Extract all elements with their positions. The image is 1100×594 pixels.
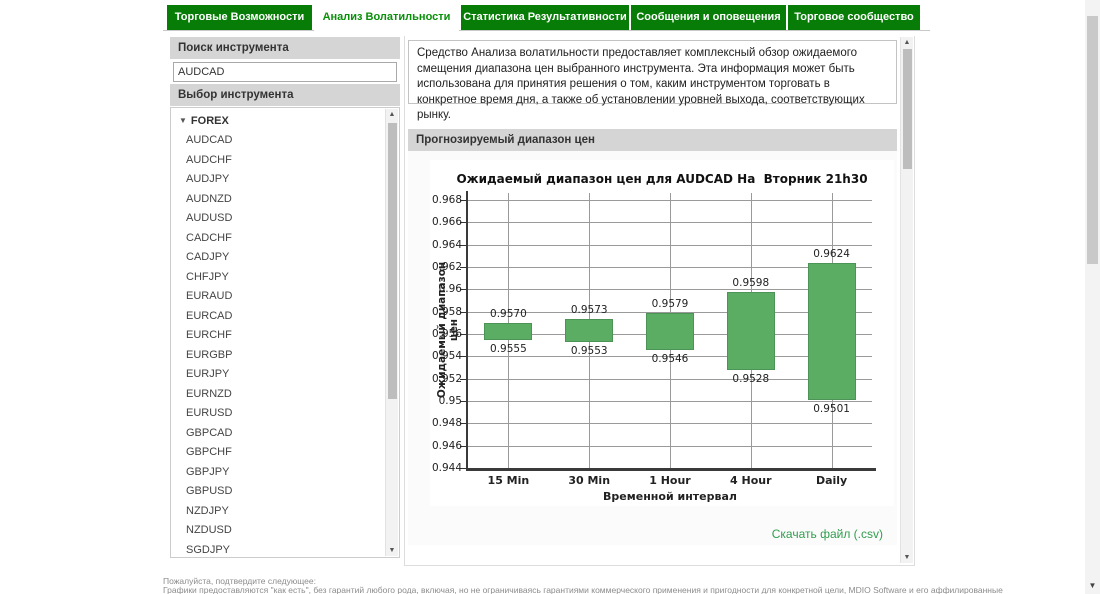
instrument-item[interactable]: AUDNZD xyxy=(171,190,385,210)
bar-low-label: 0.9546 xyxy=(640,353,700,365)
scroll-up-icon[interactable]: ▲ xyxy=(386,111,398,118)
y-tick-label: 0.962 xyxy=(420,261,462,273)
instrument-item[interactable]: CADCHF xyxy=(171,229,385,249)
search-input[interactable] xyxy=(173,62,397,82)
x-tick-label: 4 Hour xyxy=(716,474,786,487)
range-bar xyxy=(727,292,775,370)
y-tick-label: 0.95 xyxy=(420,395,462,407)
y-tick-label: 0.956 xyxy=(420,328,462,340)
list-scrollbar[interactable]: ▲ ▼ xyxy=(385,109,398,556)
volatility-analysis-page: Торговые ВозможностиАнализ Волатильности… xyxy=(0,0,1100,594)
x-tick-label: 1 Hour xyxy=(635,474,705,487)
instrument-item[interactable]: CHFJPY xyxy=(171,268,385,288)
y-tick-label: 0.954 xyxy=(420,350,462,362)
instrument-item[interactable]: EURGBP xyxy=(171,346,385,366)
main-panel-right-border xyxy=(914,36,915,566)
y-tick-label: 0.966 xyxy=(420,216,462,228)
instrument-item[interactable]: AUDCHF xyxy=(171,151,385,171)
y-tick-label: 0.948 xyxy=(420,417,462,429)
bar-high-label: 0.9598 xyxy=(721,277,781,289)
chart-x-axis-label: Временной интервал xyxy=(468,490,872,503)
instrument-item[interactable]: GBPJPY xyxy=(171,463,385,483)
instrument-item[interactable]: GBPCAD xyxy=(171,424,385,444)
bar-low-label: 0.9501 xyxy=(802,403,862,415)
range-bar xyxy=(646,313,694,350)
bar-low-label: 0.9553 xyxy=(559,345,619,357)
disclaimer-line2: Графики предоставляются "как есть", без … xyxy=(163,585,933,594)
y-tick-label: 0.946 xyxy=(420,440,462,452)
range-bar xyxy=(565,319,613,341)
scroll-up-icon[interactable]: ▲ xyxy=(901,39,913,46)
instrument-item[interactable]: GBPUSD xyxy=(171,482,385,502)
instrument-item[interactable]: NZDUSD xyxy=(171,521,385,541)
x-tick-label: Daily xyxy=(797,474,867,487)
page-scrollbar[interactable]: ▼ xyxy=(1085,0,1100,594)
instrument-item[interactable]: SGDJPY xyxy=(171,541,385,559)
tab-1[interactable]: Торговые Возможности xyxy=(167,5,312,30)
y-tick-label: 0.968 xyxy=(420,194,462,206)
y-tick-label: 0.944 xyxy=(420,462,462,474)
search-instrument-header: Поиск инструмента xyxy=(170,37,400,59)
instrument-item[interactable]: AUDUSD xyxy=(171,209,385,229)
x-tick-label: 15 Min xyxy=(473,474,543,487)
instrument-item[interactable]: EURJPY xyxy=(171,365,385,385)
instrument-item[interactable]: EURCAD xyxy=(171,307,385,327)
bar-high-label: 0.9624 xyxy=(802,248,862,260)
chart-title: Ожидаемый диапазон цен для AUDCAD На Вто… xyxy=(430,172,894,186)
instrument-item[interactable]: AUDCAD xyxy=(171,131,385,151)
bar-high-label: 0.9579 xyxy=(640,298,700,310)
main-panel-bottom-border xyxy=(404,565,915,566)
tab-5[interactable]: Торговое сообщество xyxy=(788,5,920,30)
page-scrollbar-thumb[interactable] xyxy=(1087,16,1098,264)
main-panel-left-border xyxy=(404,36,405,566)
tab-4[interactable]: Сообщения и оповещения xyxy=(631,5,786,30)
instrument-item[interactable]: AUDJPY xyxy=(171,170,385,190)
y-tick-label: 0.96 xyxy=(420,283,462,295)
bar-low-label: 0.9528 xyxy=(721,373,781,385)
instrument-item[interactable]: NZDJPY xyxy=(171,502,385,522)
main-panel-scrollbar[interactable]: ▲ ▼ xyxy=(900,37,913,563)
bar-high-label: 0.9570 xyxy=(478,308,538,320)
y-tick-label: 0.952 xyxy=(420,373,462,385)
forex-group-label: FOREX xyxy=(191,115,229,127)
y-tick-label: 0.964 xyxy=(420,239,462,251)
x-tick-label: 30 Min xyxy=(554,474,624,487)
download-csv-link[interactable]: Скачать файл (.csv) xyxy=(408,527,891,541)
bar-high-label: 0.9573 xyxy=(559,304,619,316)
tab-bar: Торговые ВозможностиАнализ Волатильности… xyxy=(167,5,920,30)
instrument-item[interactable]: EURAUD xyxy=(171,287,385,307)
scroll-down-icon[interactable]: ▼ xyxy=(1085,581,1100,590)
instrument-item[interactable]: EURUSD xyxy=(171,404,385,424)
list-scrollbar-thumb[interactable] xyxy=(388,123,397,399)
tab-2[interactable]: Анализ Волатильности xyxy=(314,5,459,31)
instrument-item[interactable]: EURCHF xyxy=(171,326,385,346)
forex-group-row[interactable]: ▼ FOREX xyxy=(171,111,385,131)
tab-underline xyxy=(163,30,930,31)
tab-3[interactable]: Статистика Результативности xyxy=(461,5,629,30)
instrument-item[interactable]: GBPCHF xyxy=(171,443,385,463)
bar-low-label: 0.9555 xyxy=(478,343,538,355)
instrument-list: ▼FOREX AUDCADAUDCHFAUDJPYAUDNZDAUDUSDCAD… xyxy=(170,107,400,558)
scroll-down-icon[interactable]: ▼ xyxy=(901,554,913,561)
select-instrument-header: Выбор инструмента xyxy=(170,84,400,106)
scroll-down-icon[interactable]: ▼ xyxy=(386,547,398,554)
chart-x-axis xyxy=(466,468,876,471)
group-expanded-icon: ▼ xyxy=(179,116,187,125)
forecast-section-header: Прогнозируемый диапазон цен xyxy=(408,129,897,151)
description-text: Средство Анализа волатильности предостав… xyxy=(408,40,897,104)
volatility-range-chart: Ожидаемый диапазон цен для AUDCAD На Вто… xyxy=(430,160,894,506)
instrument-rows: ▼FOREX AUDCADAUDCHFAUDJPYAUDNZDAUDUSDCAD… xyxy=(171,111,385,558)
range-bar xyxy=(484,323,532,340)
range-bar xyxy=(808,263,856,400)
chart-plot-area: Временной интервал 0.9440.9460.9480.950.… xyxy=(468,193,872,468)
instrument-item[interactable]: EURNZD xyxy=(171,385,385,405)
instrument-item[interactable]: CADJPY xyxy=(171,248,385,268)
main-scrollbar-thumb[interactable] xyxy=(903,49,912,169)
y-tick-label: 0.958 xyxy=(420,306,462,318)
